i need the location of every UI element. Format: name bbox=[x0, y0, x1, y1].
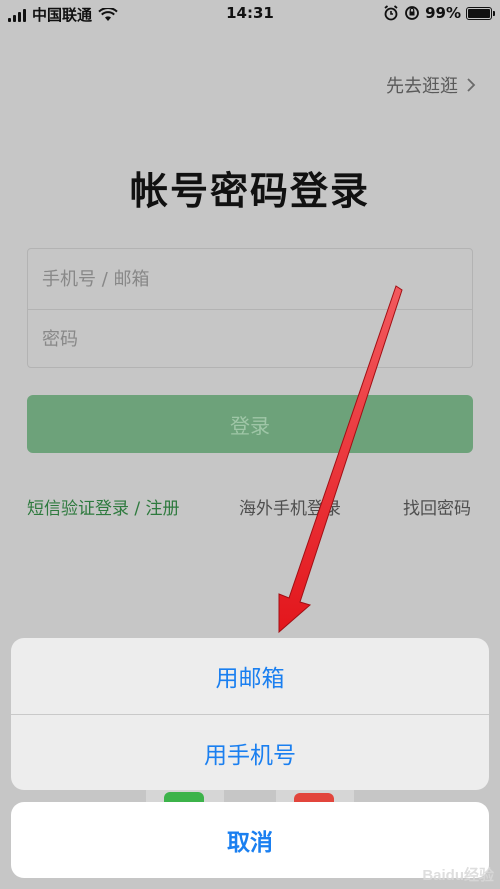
battery-icon bbox=[466, 6, 495, 20]
orientation-lock-icon bbox=[405, 6, 419, 20]
alarm-icon bbox=[384, 5, 398, 21]
browse-first-link[interactable]: 先去逛逛 bbox=[386, 72, 476, 98]
forgot-password-link[interactable]: 找回密码 bbox=[403, 494, 471, 519]
login-button[interactable]: 登录 bbox=[27, 395, 473, 453]
browse-label: 先去逛逛 bbox=[386, 76, 458, 97]
password-row bbox=[28, 309, 472, 369]
use-phone-option[interactable]: 用手机号 bbox=[11, 714, 489, 790]
password-input[interactable] bbox=[42, 329, 472, 350]
use-email-option[interactable]: 用邮箱 bbox=[11, 638, 489, 714]
page-title: 帐号密码登录 bbox=[129, 169, 370, 213]
status-bar: 中国联通 14:31 99% bbox=[0, 0, 500, 28]
battery-percent: 99% bbox=[425, 4, 461, 22]
sms-login-link[interactable]: 短信验证登录 / 注册 bbox=[27, 494, 180, 519]
account-row bbox=[28, 249, 472, 309]
baidu-watermark: Baidu经验 bbox=[422, 867, 494, 884]
overseas-login-link[interactable]: 海外手机登录 bbox=[239, 494, 341, 519]
cancel-button[interactable]: 取消 bbox=[11, 802, 489, 878]
status-right: 99% bbox=[383, 4, 495, 22]
action-sheet: 用邮箱 用手机号 bbox=[11, 638, 489, 790]
account-input[interactable] bbox=[42, 268, 472, 290]
login-options: 短信验证登录 / 注册 海外手机登录 找回密码 bbox=[27, 494, 473, 520]
chevron-right-icon bbox=[467, 78, 476, 92]
login-form bbox=[27, 248, 473, 368]
battery-fill bbox=[468, 8, 490, 18]
